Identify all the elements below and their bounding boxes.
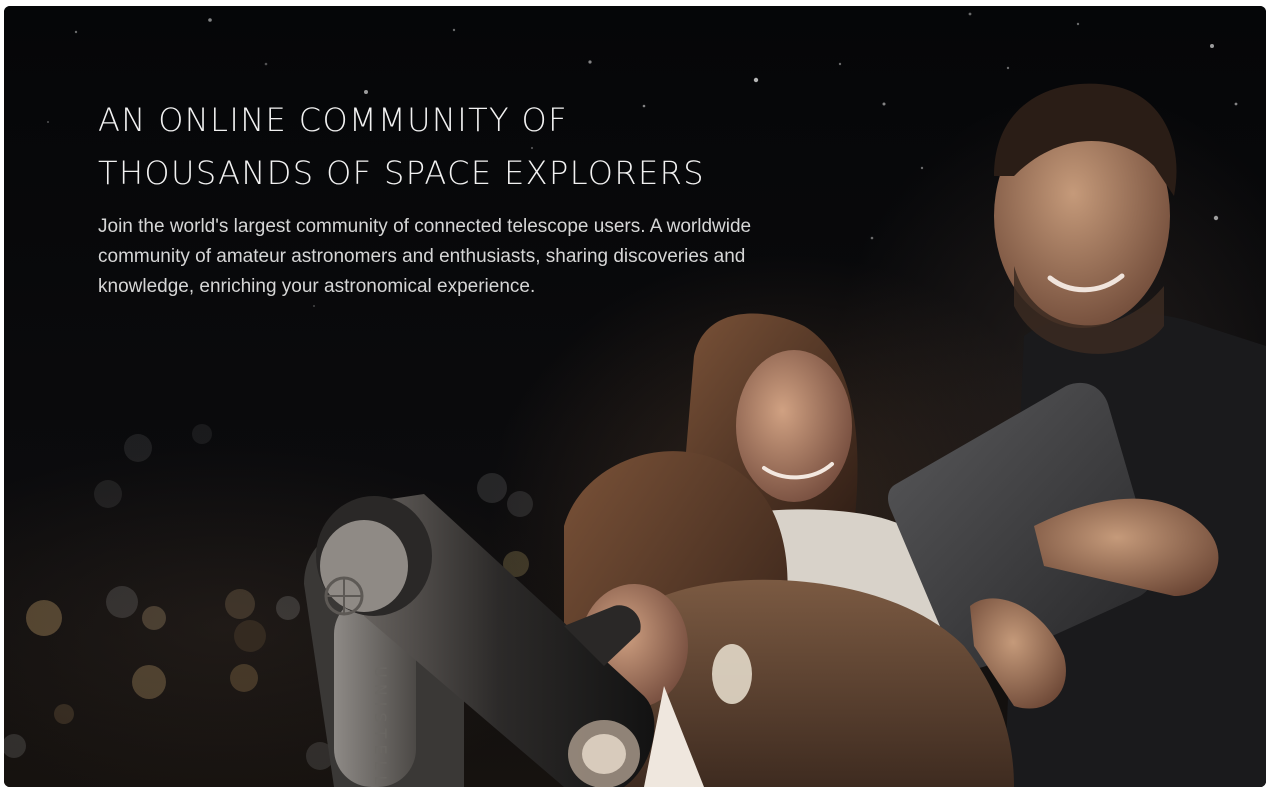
hero-headline-line-2: THOUSANDS OF SPACE EXPLORERS xyxy=(98,154,705,192)
hero-text-block: AN ONLINE COMMUNITY OF THOUSANDS OF SPAC… xyxy=(98,94,838,302)
hero-section: UNISTELLAR AN ONLINE COMMUNITY OF THOUSA… xyxy=(4,6,1266,787)
telescope-brand-text: UNISTELLAR xyxy=(371,666,390,787)
hero-description: Join the world's largest community of co… xyxy=(98,216,752,297)
hero-headline: AN ONLINE COMMUNITY OF THOUSANDS OF SPAC… xyxy=(98,94,838,200)
hero-headline-line-1: AN ONLINE COMMUNITY OF xyxy=(98,101,568,139)
